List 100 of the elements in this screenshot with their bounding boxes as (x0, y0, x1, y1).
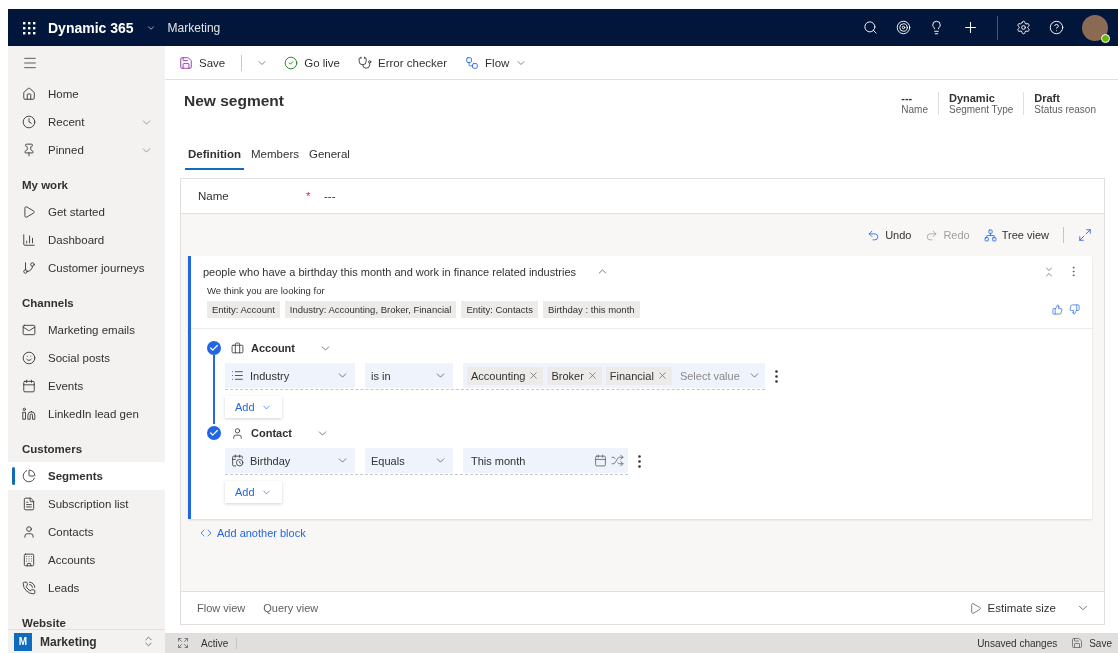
branch-icon (22, 261, 36, 275)
section-title: Customers (21, 442, 84, 457)
operator-select[interactable]: Equals (365, 448, 453, 473)
command-button[interactable]: Flow (463, 53, 530, 72)
operator-select[interactable]: is in (365, 363, 453, 388)
expand-icon (177, 637, 189, 649)
nav-item[interactable]: Marketing emails (8, 316, 165, 344)
nav-item[interactable]: Get started (8, 198, 165, 226)
command-button[interactable]: Error checker (356, 53, 450, 72)
app-name[interactable]: Dynamic 365 (48, 19, 134, 36)
save-icon (179, 55, 193, 70)
calendar-icon (594, 454, 607, 467)
shuffle-icon (611, 454, 624, 467)
clock-icon (22, 115, 36, 129)
briefcase-icon (231, 341, 244, 355)
lightbulb-icon[interactable] (929, 20, 944, 35)
home-icon (22, 87, 36, 101)
tree-icon (983, 228, 997, 242)
nav-item[interactable]: Leads (8, 574, 165, 602)
play-icon (968, 601, 982, 615)
add-button[interactable]: Add (225, 396, 282, 418)
search-icon[interactable] (863, 20, 878, 35)
command-button[interactable]: Save (177, 53, 228, 72)
nav-item[interactable]: LinkedIn lead gen (8, 400, 165, 428)
nav-item[interactable]: Events (8, 372, 165, 400)
entity-selector[interactable]: Account (225, 339, 1080, 357)
status-text: Active (201, 637, 238, 649)
nav-item[interactable]: Home (8, 80, 165, 108)
command-button[interactable]: Go live (282, 53, 342, 72)
pin-icon (22, 143, 36, 157)
building-icon (22, 553, 36, 567)
query-text: people who have a birthday this month and work in finance related industries (203, 265, 576, 278)
presence-dot (1101, 33, 1110, 43)
field-label: Name (198, 190, 230, 202)
add-block-link[interactable]: Add another block (188, 519, 318, 547)
value-chip: Financial (605, 366, 672, 385)
header-label: Segment Type (948, 104, 1014, 115)
expand-icon[interactable] (1078, 228, 1092, 242)
smile-icon (22, 351, 36, 365)
help-icon[interactable] (1049, 20, 1064, 35)
tab[interactable]: Members (248, 140, 302, 170)
page-title: New segment (184, 92, 284, 110)
nav-item[interactable]: Pinned (8, 136, 165, 164)
suggestion-tag: Birthday : this month (542, 301, 640, 318)
add-icon[interactable] (962, 19, 979, 36)
tab[interactable]: Definition (185, 140, 245, 170)
remove-icon (656, 370, 668, 381)
header-label: Status reason (1034, 104, 1096, 115)
nav-item[interactable]: Recent (8, 108, 165, 136)
calendar-clock-icon (231, 454, 244, 467)
nav-item[interactable]: Social posts (8, 344, 165, 372)
stethoscope-icon (358, 55, 372, 70)
value-text: This month (470, 454, 527, 467)
more-icon[interactable] (774, 370, 778, 383)
person-icon (231, 426, 244, 440)
view-link[interactable]: Flow view (197, 602, 246, 614)
target-icon[interactable] (896, 20, 911, 35)
toolbar-button[interactable]: Tree view (983, 228, 1049, 242)
phone-icon (22, 581, 36, 595)
suggestion-tag: Entity: Account (207, 301, 280, 318)
view-link[interactable]: Query view (263, 602, 319, 614)
value-placeholder: Select value (678, 369, 741, 382)
more-icon[interactable] (638, 455, 641, 468)
tab[interactable]: General (305, 140, 353, 170)
area-name: Marketing (167, 20, 221, 35)
value-chip: Broker (547, 366, 602, 385)
app-launcher-icon[interactable] (22, 20, 36, 35)
attribute-select[interactable]: Industry (225, 363, 355, 388)
calendar-icon (22, 379, 36, 393)
add-button[interactable]: Add (225, 481, 282, 503)
area-switcher[interactable]: M Marketing (8, 629, 165, 653)
nav-item[interactable]: Contacts (8, 518, 165, 546)
settings-icon[interactable] (1016, 20, 1031, 35)
entity-selector[interactable]: Contact (225, 424, 1080, 442)
name-value[interactable]: --- (324, 190, 336, 202)
nav-item[interactable]: Accounts (8, 546, 165, 574)
toolbar-button[interactable]: Undo (867, 228, 912, 242)
save-button[interactable]: Save (1069, 635, 1114, 651)
nav-item[interactable]: Dashboard (8, 226, 165, 254)
avatar[interactable] (1082, 14, 1108, 41)
nav-item[interactable]: Customer journeys (8, 254, 165, 282)
nav-item[interactable]: Segments (8, 462, 165, 490)
menu-icon[interactable] (22, 55, 38, 71)
nav-item[interactable]: Subscription list (8, 490, 165, 518)
pie-chart-icon (22, 469, 36, 483)
suggestion-tag: Industry: Accounting, Broker, Financial (284, 301, 457, 318)
document-icon (22, 497, 36, 511)
code-icon (200, 527, 212, 539)
section-title: My work (21, 178, 69, 193)
header-label: Name (901, 104, 928, 115)
mail-icon (22, 323, 36, 337)
person-icon (22, 525, 36, 539)
attribute-select[interactable]: Birthday (225, 448, 355, 473)
header-value: Draft (1034, 92, 1061, 104)
up-down-icon (142, 635, 155, 648)
save-icon (1071, 637, 1084, 649)
collapse-icon (1043, 265, 1055, 278)
value-field[interactable]: This month (463, 448, 628, 473)
estimate-button[interactable]: Estimate size (966, 599, 1058, 617)
value-field[interactable]: Accounting Broker Financial Select value (463, 363, 765, 388)
